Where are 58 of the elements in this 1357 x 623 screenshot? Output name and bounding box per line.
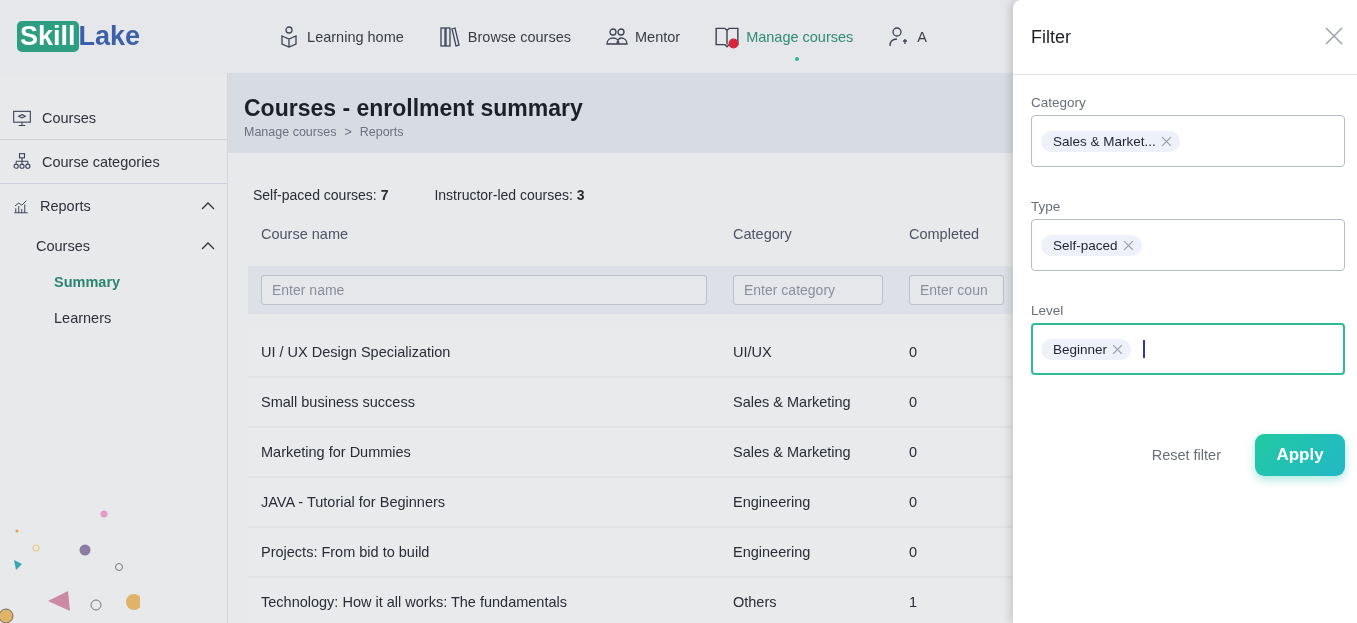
stat-text: Self-paced courses: 7 [253, 187, 389, 205]
breadcrumb-link[interactable]: Reports [359, 125, 404, 139]
sidebar-item[interactable]: Learners [0, 300, 227, 336]
table-cell: Sales & Marketing [733, 394, 851, 410]
filter-chip[interactable]: Beginner [1041, 338, 1132, 360]
table-cell: Sales & Marketing [733, 444, 851, 460]
sidebar-item[interactable]: Course categories [0, 140, 227, 184]
page-title: Courses - enrollment summary [244, 95, 583, 122]
table-cell: Projects: From bid to build [261, 544, 430, 560]
column-header[interactable]: Course name [261, 226, 349, 242]
remove-icon[interactable] [1160, 135, 1172, 147]
table-cell: JAVA - Tutorial for Beginners [261, 494, 446, 510]
breadcrumb-link[interactable]: Manage courses [244, 125, 337, 139]
sidebar-item[interactable]: Summary [0, 264, 227, 300]
table-cell: Engineering [733, 544, 811, 560]
field-label: Level [1031, 303, 1065, 318]
table-cell: 0 [909, 394, 918, 410]
table-cell: UI/UX [733, 344, 772, 360]
hierarchy-icon [12, 151, 32, 172]
stat-text: Instructor-led courses: 3 [434, 187, 585, 205]
table-cell: UI / UX Design Specialization [261, 344, 451, 360]
table-cell: 0 [909, 444, 918, 460]
breadcrumb-separator: > [344, 125, 352, 139]
remove-icon[interactable] [1112, 343, 1124, 355]
books-icon [437, 24, 462, 49]
nav-tab[interactable]: Learning home [277, 16, 426, 57]
table-cell: 0 [909, 494, 918, 510]
column-header[interactable]: Category [733, 226, 792, 242]
chevron-icon[interactable] [201, 202, 215, 210]
sidebar-item[interactable]: Courses [0, 228, 227, 264]
filter-field[interactable]: Enter category [733, 275, 883, 305]
field-label: Category [1031, 95, 1087, 110]
table-cell: 0 [909, 544, 918, 560]
remove-icon[interactable] [1122, 239, 1134, 251]
tag-input-field[interactable]: Sales & Market... [1031, 115, 1345, 167]
table-cell: Engineering [733, 494, 811, 510]
sidebar-item[interactable]: Courses [0, 96, 227, 140]
filter-chip[interactable]: Self-paced [1041, 234, 1142, 256]
tag-input-field[interactable]: Beginner [1031, 323, 1345, 375]
filter-field[interactable]: Enter name [261, 275, 707, 305]
nav-tab[interactable]: Browse courses [437, 16, 593, 57]
filter-field[interactable]: Enter coun [909, 275, 1004, 305]
table-cell: Others [733, 594, 777, 610]
field-label: Type [1031, 199, 1062, 214]
sidebar-item[interactable]: Reports [0, 184, 227, 228]
filter-chip[interactable]: Sales & Market... [1041, 130, 1180, 152]
column-header[interactable]: Completed [909, 226, 980, 242]
tag-input-field[interactable]: Self-paced [1031, 219, 1345, 271]
table-cell: 0 [909, 344, 918, 360]
nav-tab[interactable]: Mentor [605, 16, 703, 57]
table-cell: Marketing for Dummies [261, 444, 411, 460]
drawer-title: Filter [1031, 26, 1071, 48]
chevron-icon[interactable] [201, 242, 215, 250]
reset-button[interactable]: Reset filter [1145, 446, 1227, 464]
nav-tab[interactable]: A [887, 16, 949, 57]
table-cell: Technology: How it all works: The fundamentals [261, 594, 567, 610]
table-cell: Small business success [261, 394, 415, 410]
table-cell: 1 [909, 594, 918, 610]
